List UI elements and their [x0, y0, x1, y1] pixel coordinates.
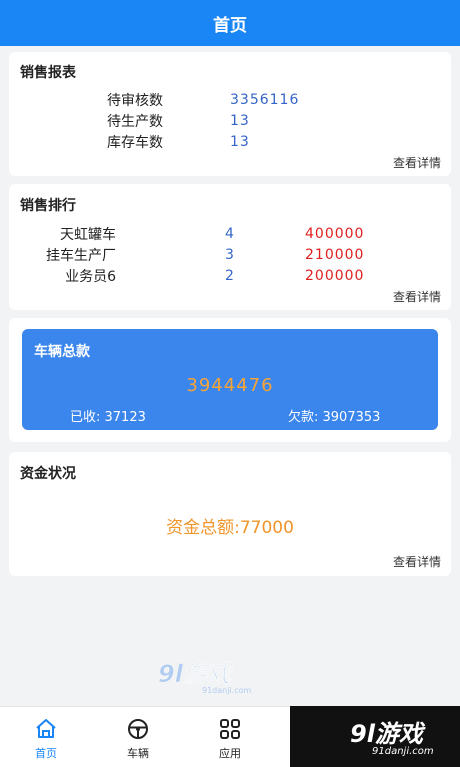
funds-total: 资金总额:77000: [166, 518, 294, 538]
vehicle-total-title: 车辆总款: [34, 344, 90, 360]
rank-name: 天虹罐车: [60, 227, 116, 243]
sales-rank-card: 销售排行 天虹罐车 4 400000 挂车生产厂 3 210000 业务员6 2…: [9, 184, 451, 310]
watermark-banner: 9l游戏 91danji.com: [290, 706, 460, 767]
apps-grid-icon: [220, 719, 240, 739]
table-row: 挂车生产厂 3 210000: [9, 245, 363, 265]
sales-report-label: 待生产数: [107, 114, 163, 130]
watermark-logo: 9l游戏 91danji.com: [158, 660, 252, 695]
sales-report-label: 库存车数: [107, 135, 163, 151]
funds-card: 资金状况 资金总额:77000 查看详情: [9, 452, 451, 576]
sales-report-value: 13: [230, 113, 250, 129]
vehicle-owed: 欠款: 3907353: [288, 410, 381, 425]
funds-more-link[interactable]: 查看详情: [393, 553, 441, 570]
rank-count: 4: [225, 226, 235, 242]
rank-name: 业务员6: [65, 269, 116, 285]
watermark-text: 9l游戏: [350, 720, 423, 748]
home-icon: [36, 719, 56, 738]
rank-count: 2: [225, 268, 235, 284]
svg-text:9l游戏: 9l游戏: [158, 660, 234, 688]
vehicle-total-amount: 3944476: [186, 375, 274, 396]
tab-home[interactable]: 首页: [0, 707, 92, 767]
rank-count: 3: [225, 247, 235, 263]
tab-apps[interactable]: 应用: [184, 707, 276, 767]
sales-rank-more-link[interactable]: 查看详情: [393, 288, 441, 305]
list-item: 待生产数 13: [75, 111, 250, 131]
tab-vehicles[interactable]: 车辆: [92, 707, 184, 767]
page-title: 首页: [213, 15, 247, 36]
funds-title: 资金状况: [20, 466, 76, 482]
sales-report-label: 待审核数: [107, 93, 163, 109]
table-row: 天虹罐车 4 400000: [9, 224, 363, 244]
list-item: 待审核数 3356116: [75, 90, 299, 110]
rank-name: 挂车生产厂: [46, 248, 116, 264]
sales-report-more-link[interactable]: 查看详情: [393, 154, 441, 171]
list-item: 库存车数 13: [75, 132, 250, 152]
table-row: 业务员6 2 200000: [9, 266, 363, 286]
steering-wheel-icon: [128, 719, 148, 739]
sales-report-value: 3356116: [230, 92, 300, 108]
sales-rank-title: 销售排行: [20, 198, 76, 214]
watermark-subtext: 91danji.com: [372, 746, 434, 757]
rank-amount: 200000: [305, 268, 365, 284]
sales-report-card: 销售报表 待审核数 3356116 待生产数 13 库存车数 13 查看详情: [9, 52, 451, 176]
tab-label: 车辆: [127, 747, 149, 760]
svg-text:91danji.com: 91danji.com: [202, 686, 252, 695]
sales-report-title: 销售报表: [20, 65, 76, 81]
header-bar: 首页: [0, 0, 460, 46]
tab-label: 首页: [35, 747, 57, 760]
vehicle-total-card[interactable]: 车辆总款 3944476 已收: 37123 欠款: 3907353: [22, 329, 438, 430]
rank-amount: 400000: [305, 226, 365, 242]
rank-amount: 210000: [305, 247, 365, 263]
vehicle-received: 已收: 37123: [70, 410, 146, 425]
tab-label: 应用: [219, 747, 241, 760]
sales-report-value: 13: [230, 134, 250, 150]
